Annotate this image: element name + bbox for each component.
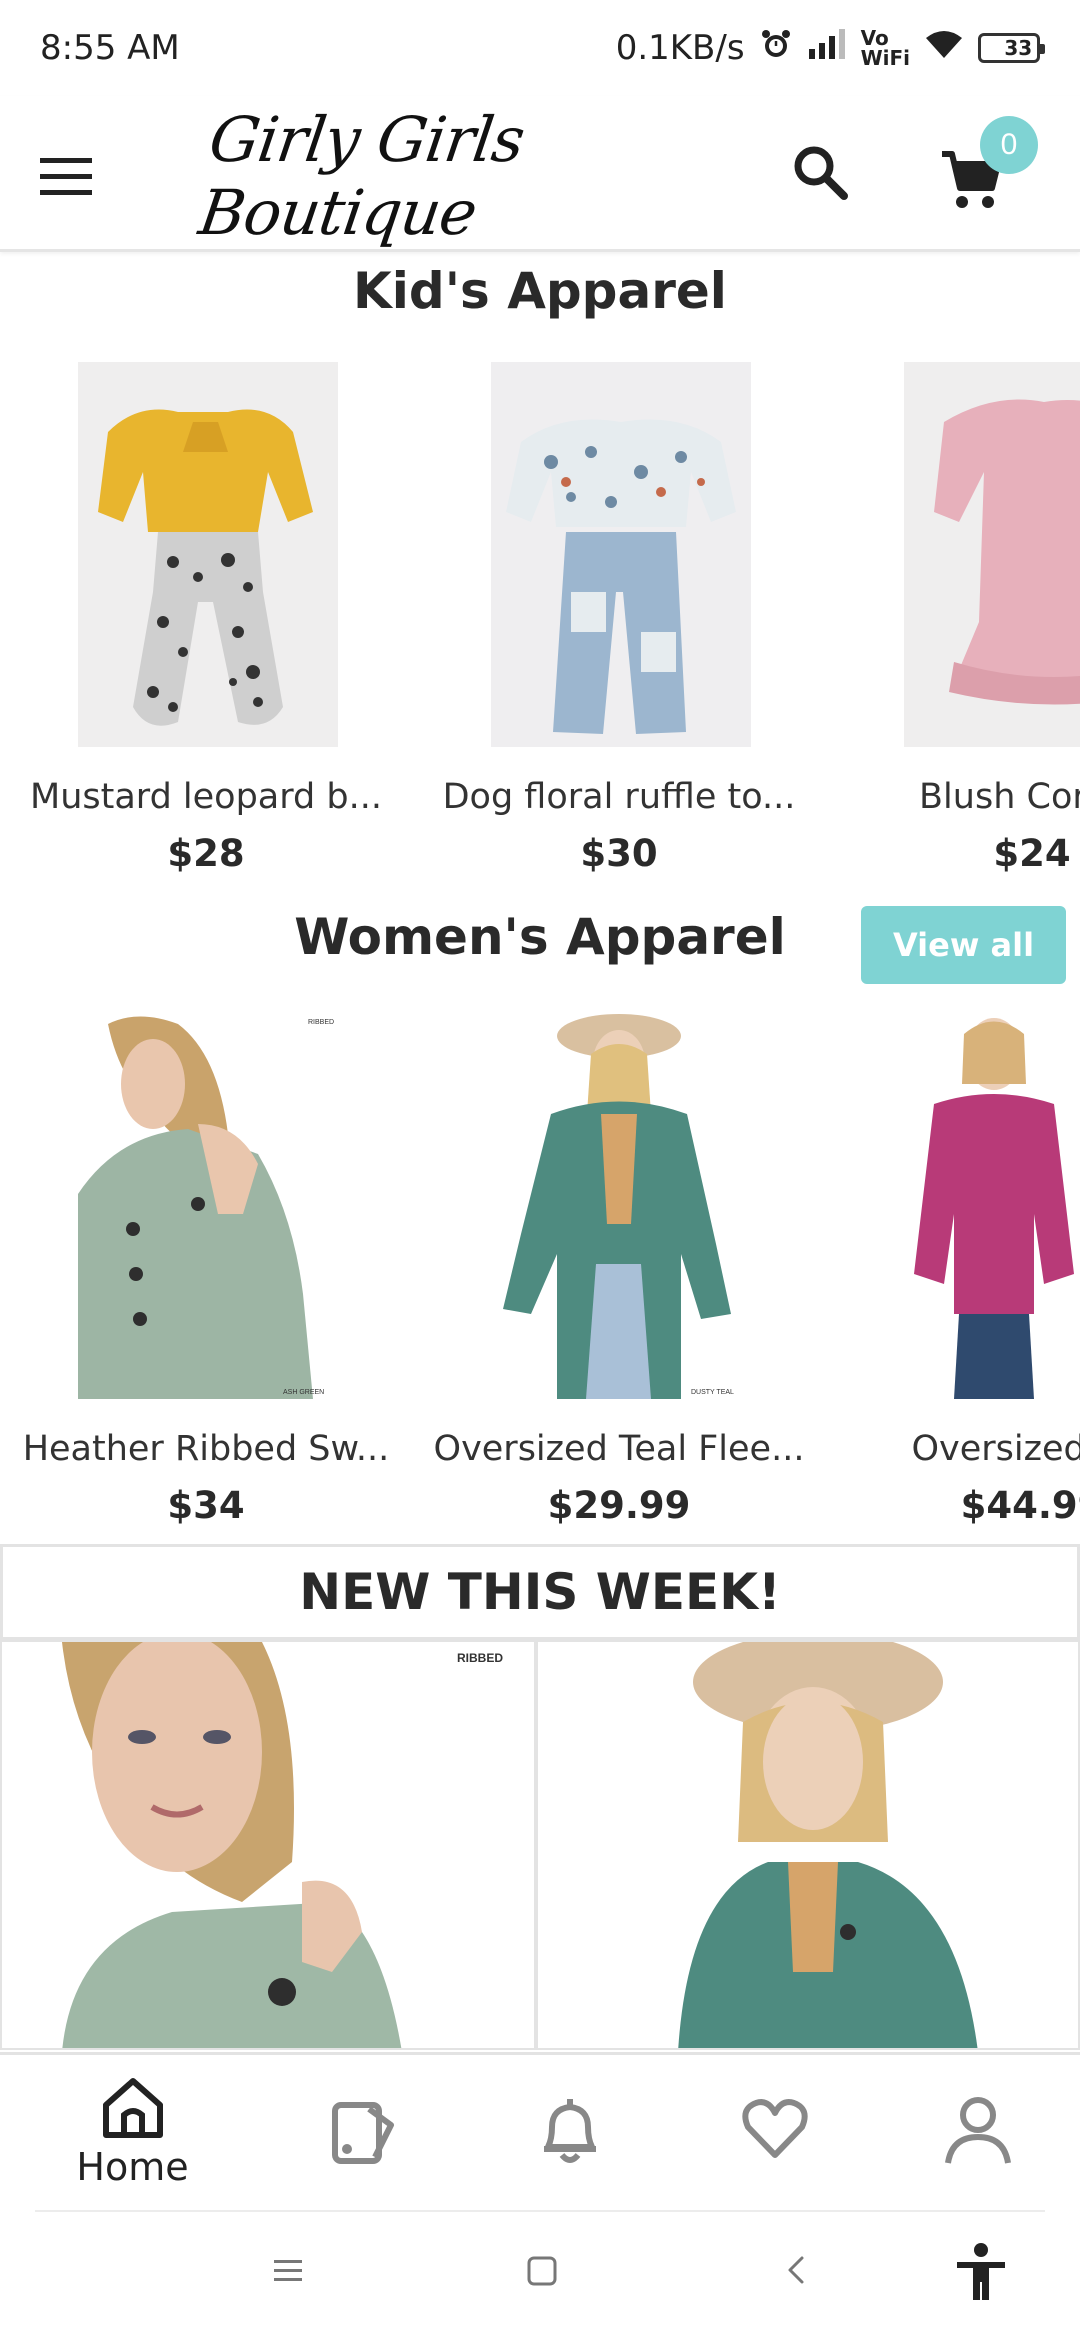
signal-icon [807,28,847,68]
status-time: 8:55 AM [40,28,180,68]
alarm-icon [759,27,793,70]
color-tag: ASH GREEN [283,1389,324,1396]
brand-logo[interactable]: Girly Girls Boutique [195,103,714,249]
home-system-button[interactable] [524,2252,560,2293]
menu-button[interactable] [40,146,116,210]
new-product-tile[interactable] [536,1640,1080,2050]
wifi-icon [924,28,964,69]
product-price: $44.99 [960,1484,1080,1527]
profile-icon [945,2097,1011,2164]
product-price: $29.99 [547,1484,691,1527]
vowifi-bottom: WiFi [860,46,910,70]
nav-notifications[interactable] [530,2075,610,2195]
accessibility-button[interactable] [953,2242,1009,2307]
home-icon [102,2078,163,2138]
product-image[interactable]: DUSTY TEAL [491,1014,751,1399]
product-name[interactable]: Oversized Pre [822,1429,1080,1469]
bell-icon [544,2099,596,2163]
heart-icon [742,2099,808,2158]
corner-tag: RIBBED [308,1019,334,1026]
product-image[interactable]: RIBBED ASH GREEN [78,1014,338,1399]
product-name[interactable]: Heather Ribbed Sw... [0,1429,416,1469]
tile-tag: RIBBED [457,1651,503,1665]
kids-section-title: Kid's Apparel [353,262,727,320]
product-price: $34 [167,1484,245,1527]
status-bar: 8:55 AM 0.1KB/s Vo WiFi 33 [0,0,1080,96]
view-all-button[interactable]: View all [861,906,1066,984]
app-header: Girly Girls Boutique 0 [0,96,1080,252]
product-price: $28 [167,832,245,875]
accessibility-icon [957,2243,1005,2300]
nav-profile[interactable] [938,2075,1018,2195]
nav-favorites[interactable] [735,2075,815,2195]
nav-catalog[interactable] [325,2075,405,2195]
back-system-button[interactable] [780,2252,816,2293]
product-price: $30 [580,832,658,875]
cart-count-badge: 0 [980,116,1038,174]
womens-section-title: Women's Apparel [294,908,786,966]
new-product-tile[interactable]: RIBBED [0,1640,536,2050]
bottom-navigation: Home [0,2052,1080,2208]
product-name[interactable]: Oversized Teal Flee... [409,1429,829,1469]
vowifi-icon: Vo WiFi [861,28,910,68]
product-name[interactable]: Blush Cordur [822,777,1080,817]
color-tag: DUSTY TEAL [691,1389,734,1396]
battery-level: 33 [1004,36,1033,60]
vowifi-top: Vo [860,26,889,50]
system-navigation-bar [0,2212,1080,2340]
network-speed: 0.1KB/s [615,28,745,68]
new-this-week-heading: NEW THIS WEEK! [0,1544,1080,1640]
recent-apps-button[interactable] [270,2252,306,2293]
hamburger-icon [40,158,92,195]
product-image[interactable] [78,362,338,747]
status-icons: 0.1KB/s Vo WiFi 33 [615,27,1045,70]
search-icon [794,146,848,200]
nav-home[interactable]: Home [70,2075,195,2195]
product-image[interactable] [904,362,1080,747]
product-image[interactable] [491,362,751,747]
product-image[interactable] [904,1014,1080,1399]
product-name[interactable]: Mustard leopard b... [0,777,416,817]
square-icon [527,2256,557,2286]
product-image: RIBBED [2,1642,534,2048]
app-screen: 8:55 AM 0.1KB/s Vo WiFi 33 Girly Girls B… [0,0,1080,2340]
product-name[interactable]: Dog floral ruffle to... [409,777,829,817]
battery-icon: 33 [978,33,1045,63]
menu-lines-icon [274,2260,302,2281]
product-image [538,1642,1078,2048]
back-chevron-icon [788,2256,804,2284]
catalog-icon [332,2102,394,2164]
nav-home-label: Home [76,2145,189,2189]
search-button[interactable] [790,142,860,212]
product-price: $24 [993,832,1071,875]
